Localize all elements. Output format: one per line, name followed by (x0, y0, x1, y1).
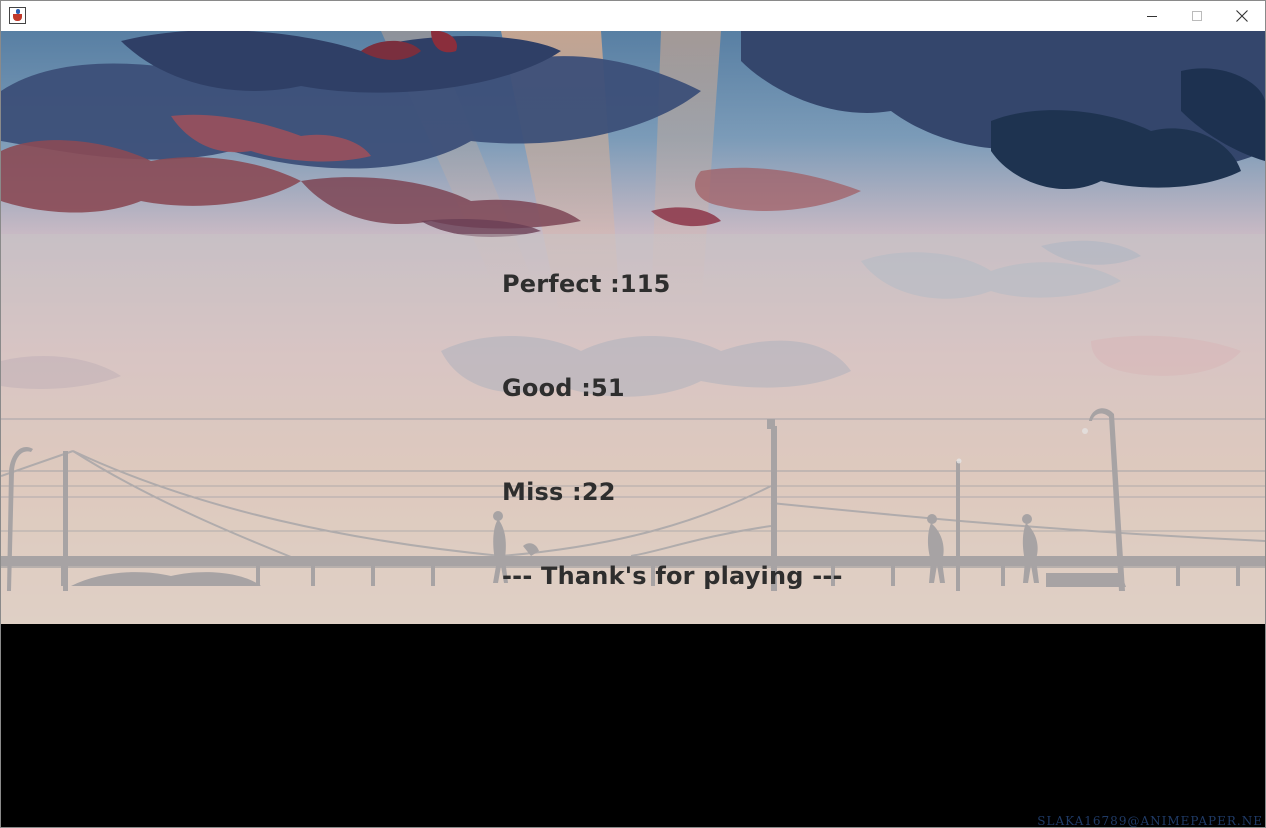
title-bar[interactable] (1, 1, 1265, 31)
game-window: Perfect :115 Good :51 Miss :22 --- Thank… (0, 0, 1266, 828)
maximize-icon (1192, 11, 1202, 21)
good-count: Good :51 (502, 374, 625, 402)
thanks-message: --- Thank's for playing --- (502, 562, 843, 590)
minimize-icon (1147, 15, 1157, 17)
perfect-count: Perfect :115 (502, 270, 671, 298)
minimize-button[interactable] (1129, 1, 1175, 31)
java-cup-icon (9, 7, 26, 24)
close-button[interactable] (1219, 1, 1265, 31)
game-canvas: Perfect :115 Good :51 Miss :22 --- Thank… (1, 31, 1265, 828)
miss-count: Miss :22 (502, 478, 616, 506)
maximize-button[interactable] (1174, 1, 1220, 31)
watermark: SLAKA16789@ANIMEPAPER.NE (1037, 814, 1263, 828)
close-icon (1236, 10, 1248, 22)
